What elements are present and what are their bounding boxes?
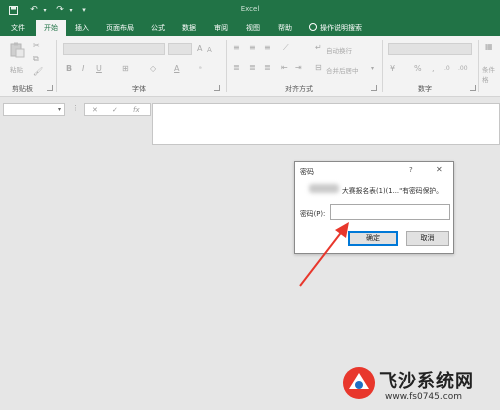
wrap-text-icon[interactable]: ↵ — [315, 43, 322, 53]
comma-style-icon[interactable]: , — [432, 64, 435, 74]
align-right-icon[interactable]: ≣ — [264, 63, 271, 73]
orientation-icon[interactable]: ⟋ — [283, 43, 289, 53]
name-box[interactable]: ▾ — [3, 103, 65, 116]
ok-button[interactable]: 确定 — [348, 231, 398, 246]
formula-input[interactable] — [152, 103, 500, 145]
tell-me-search[interactable]: 操作说明搜索 — [305, 20, 387, 36]
group-divider — [478, 40, 479, 92]
tab-formulas[interactable]: 公式 — [146, 20, 170, 36]
tell-me-label: 操作说明搜索 — [320, 24, 362, 32]
increase-decimal-icon[interactable]: .0 — [444, 64, 450, 74]
tab-data[interactable]: 数据 — [177, 20, 201, 36]
formula-bar-area: ▾ ⋮ ✕ ✓ fx — [0, 97, 500, 149]
formula-controls: ✕ ✓ fx — [84, 103, 151, 116]
clipboard-group-label: 剪贴板 — [12, 85, 33, 93]
number-group-label: 数字 — [418, 85, 432, 93]
password-dialog: 密码 ? ✕ 大赛报名表(1)(1..."有密码保护。 密码(P): 确定 取消 — [294, 161, 454, 254]
italic-icon[interactable]: I — [82, 64, 84, 74]
paste-icon[interactable] — [9, 42, 25, 58]
blurred-filename — [309, 184, 339, 193]
merge-center-icon[interactable]: ⊟ — [315, 63, 322, 73]
dialog-title: 密码 — [300, 168, 314, 176]
align-bottom-icon[interactable]: ≡ — [264, 43, 271, 53]
watermark: 飞沙系统网 www.fs0745.com — [341, 363, 500, 410]
lightbulb-icon — [309, 23, 317, 31]
confirm-entry-icon[interactable]: ✓ — [112, 106, 118, 114]
group-divider — [56, 40, 57, 92]
ribbon: 粘贴 ✂ ⧉ 🖌 剪贴板 A A B I U ⊞ ◇ A ᵃ 字体 ≡ ≡ ≡ … — [0, 36, 500, 97]
increase-font-icon[interactable]: A — [197, 44, 202, 54]
merge-center-label[interactable]: 合并后居中 — [326, 65, 359, 75]
ribbon-tabs: 文件 开始 插入 页面布局 公式 数据 审阅 视图 帮助 操作说明搜索 — [0, 20, 500, 36]
borders-icon[interactable]: ⊞ — [122, 64, 129, 74]
decrease-font-icon[interactable]: A — [207, 45, 212, 55]
formula-bar-splitter[interactable]: ⋮ — [72, 104, 79, 112]
name-box-dropdown-icon[interactable]: ▾ — [58, 106, 61, 113]
font-group-label: 字体 — [132, 85, 146, 93]
increase-indent-icon[interactable]: ⇥ — [295, 63, 302, 73]
format-painter-icon[interactable]: 🖌 — [33, 67, 43, 77]
align-left-icon[interactable]: ≣ — [233, 63, 240, 73]
password-label: 密码(P): — [300, 210, 326, 218]
font-color-icon[interactable]: A — [174, 64, 179, 74]
tab-page-layout[interactable]: 页面布局 — [101, 20, 139, 36]
merge-dropdown-icon[interactable]: ▾ — [371, 64, 374, 74]
alignment-launcher-icon[interactable] — [371, 85, 377, 91]
align-center-icon[interactable]: ≣ — [249, 63, 256, 73]
percent-style-icon[interactable]: % — [414, 64, 422, 74]
bold-icon[interactable]: B — [66, 64, 72, 74]
conditional-format-label[interactable]: 条件格 — [482, 64, 500, 84]
dialog-message: 大赛报名表(1)(1..."有密码保护。 — [342, 187, 443, 195]
align-middle-icon[interactable]: ≡ — [249, 43, 256, 53]
password-input[interactable] — [330, 204, 450, 220]
app-title: Excel — [240, 5, 260, 13]
watermark-logo-icon — [343, 367, 375, 399]
insert-function-icon[interactable]: fx — [133, 106, 140, 114]
group-divider — [382, 40, 383, 92]
title-bar: ↶ ▾ ↷ ▾ ▾ Excel — [0, 0, 500, 20]
tab-view[interactable]: 视图 — [241, 20, 265, 36]
help-icon[interactable]: ? — [409, 166, 413, 174]
align-top-icon[interactable]: ≡ — [233, 43, 240, 53]
font-size-select[interactable] — [168, 43, 192, 55]
tab-insert[interactable]: 插入 — [71, 20, 93, 36]
tab-home[interactable]: 开始 — [36, 20, 66, 36]
decrease-indent-icon[interactable]: ⇤ — [281, 63, 288, 73]
clipboard-launcher-icon[interactable] — [47, 85, 53, 91]
cut-icon[interactable]: ✂ — [33, 41, 40, 51]
alignment-group-label: 对齐方式 — [285, 85, 313, 93]
conditional-format-icon[interactable]: ▦ — [485, 42, 493, 52]
phonetic-icon[interactable]: ᵃ — [199, 64, 202, 74]
tab-file[interactable]: 文件 — [6, 20, 30, 36]
underline-icon[interactable]: U — [96, 64, 102, 74]
font-launcher-icon[interactable] — [214, 85, 220, 91]
number-format-select[interactable] — [388, 43, 472, 55]
cancel-button[interactable]: 取消 — [406, 231, 449, 246]
decrease-decimal-icon[interactable]: .00 — [458, 64, 468, 74]
fill-color-icon[interactable]: ◇ — [150, 64, 156, 74]
tab-help[interactable]: 帮助 — [273, 20, 297, 36]
paste-label: 粘贴 — [10, 66, 23, 74]
cancel-entry-icon[interactable]: ✕ — [92, 106, 98, 114]
tab-review[interactable]: 审阅 — [209, 20, 233, 36]
watermark-name: 飞沙系统网 — [379, 371, 474, 392]
copy-icon[interactable]: ⧉ — [33, 54, 39, 64]
wrap-text-label[interactable]: 自动换行 — [326, 45, 352, 55]
watermark-url: www.fs0745.com — [385, 392, 462, 402]
group-divider — [226, 40, 227, 92]
number-launcher-icon[interactable] — [470, 85, 476, 91]
font-name-select[interactable] — [63, 43, 165, 55]
close-icon[interactable]: ✕ — [436, 165, 443, 174]
accounting-format-icon[interactable]: ¥ — [390, 64, 395, 74]
